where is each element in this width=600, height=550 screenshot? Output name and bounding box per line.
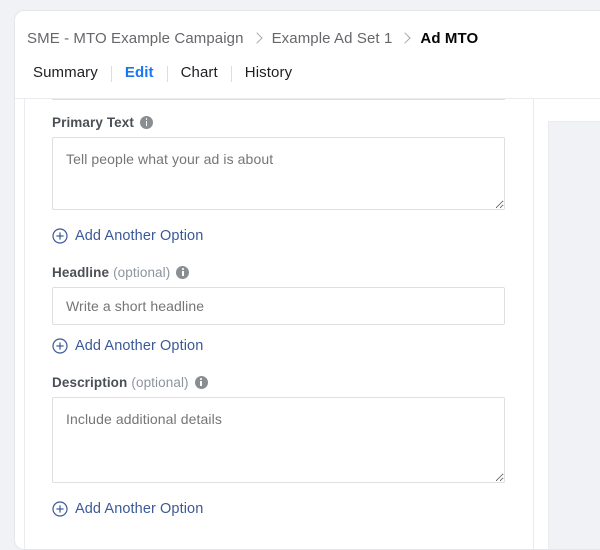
ad-preview-placeholder	[548, 121, 600, 549]
breadcrumb-item-ad: Ad MTO	[420, 29, 479, 47]
add-another-option-label: Add Another Option	[75, 501, 204, 517]
add-another-option-label: Add Another Option	[75, 338, 204, 354]
add-another-option-primary-text[interactable]: Add Another Option	[52, 228, 203, 244]
ad-creative-form-column: Primary Text Add Another Option	[24, 99, 534, 549]
tab-edit[interactable]: Edit	[112, 64, 167, 103]
info-icon[interactable]	[140, 116, 153, 129]
tab-history-label: History	[244, 64, 293, 81]
description-label: Description (optional)	[52, 375, 505, 390]
plus-circle-icon	[52, 338, 68, 354]
add-another-option-headline[interactable]: Add Another Option	[52, 338, 203, 354]
field-headline: Headline (optional) Add	[52, 265, 505, 354]
breadcrumb-item-campaign[interactable]: SME - MTO Example Campaign	[27, 30, 244, 47]
headline-label: Headline (optional)	[52, 265, 505, 280]
description-optional-tag: (optional)	[131, 375, 189, 390]
clipped-field-top-border	[52, 99, 505, 100]
add-another-option-label: Add Another Option	[75, 228, 204, 244]
tab-chart-label: Chart	[180, 64, 218, 81]
headline-optional-tag: (optional)	[113, 265, 171, 280]
headline-input[interactable]	[52, 287, 505, 325]
ad-editor-card: SME - MTO Example Campaign Example Ad Se…	[14, 10, 600, 550]
tab-summary-label: Summary	[33, 64, 98, 81]
tab-chart[interactable]: Chart	[168, 64, 231, 98]
primary-text-label: Primary Text	[52, 115, 505, 130]
description-input[interactable]	[52, 397, 505, 483]
field-primary-text: Primary Text Add Another Option	[52, 115, 505, 244]
tab-edit-label: Edit	[124, 64, 154, 81]
plus-circle-icon	[52, 501, 68, 517]
breadcrumb-item-adset[interactable]: Example Ad Set 1	[272, 30, 393, 47]
info-icon[interactable]	[176, 266, 190, 279]
info-icon[interactable]	[194, 376, 208, 389]
headline-label-text: Headline	[52, 265, 110, 280]
primary-text-label-text: Primary Text	[52, 115, 134, 130]
tab-bar: Summary Edit Chart History	[27, 64, 305, 103]
description-label-text: Description	[52, 375, 128, 390]
tab-summary[interactable]: Summary	[27, 64, 111, 98]
ad-creative-form: Primary Text Add Another Option	[25, 99, 533, 517]
chevron-right-icon	[253, 33, 263, 43]
tab-history[interactable]: History	[232, 64, 305, 98]
plus-circle-icon	[52, 228, 68, 244]
chevron-right-icon	[401, 33, 411, 43]
editor-body: Primary Text Add Another Option	[15, 99, 600, 549]
ad-preview-column	[534, 99, 600, 549]
field-description: Description (optional) Include additiona…	[52, 375, 505, 517]
breadcrumb: SME - MTO Example Campaign Example Ad Se…	[27, 27, 478, 49]
primary-text-input[interactable]	[52, 137, 505, 210]
add-another-option-description[interactable]: Add Another Option	[52, 501, 203, 517]
